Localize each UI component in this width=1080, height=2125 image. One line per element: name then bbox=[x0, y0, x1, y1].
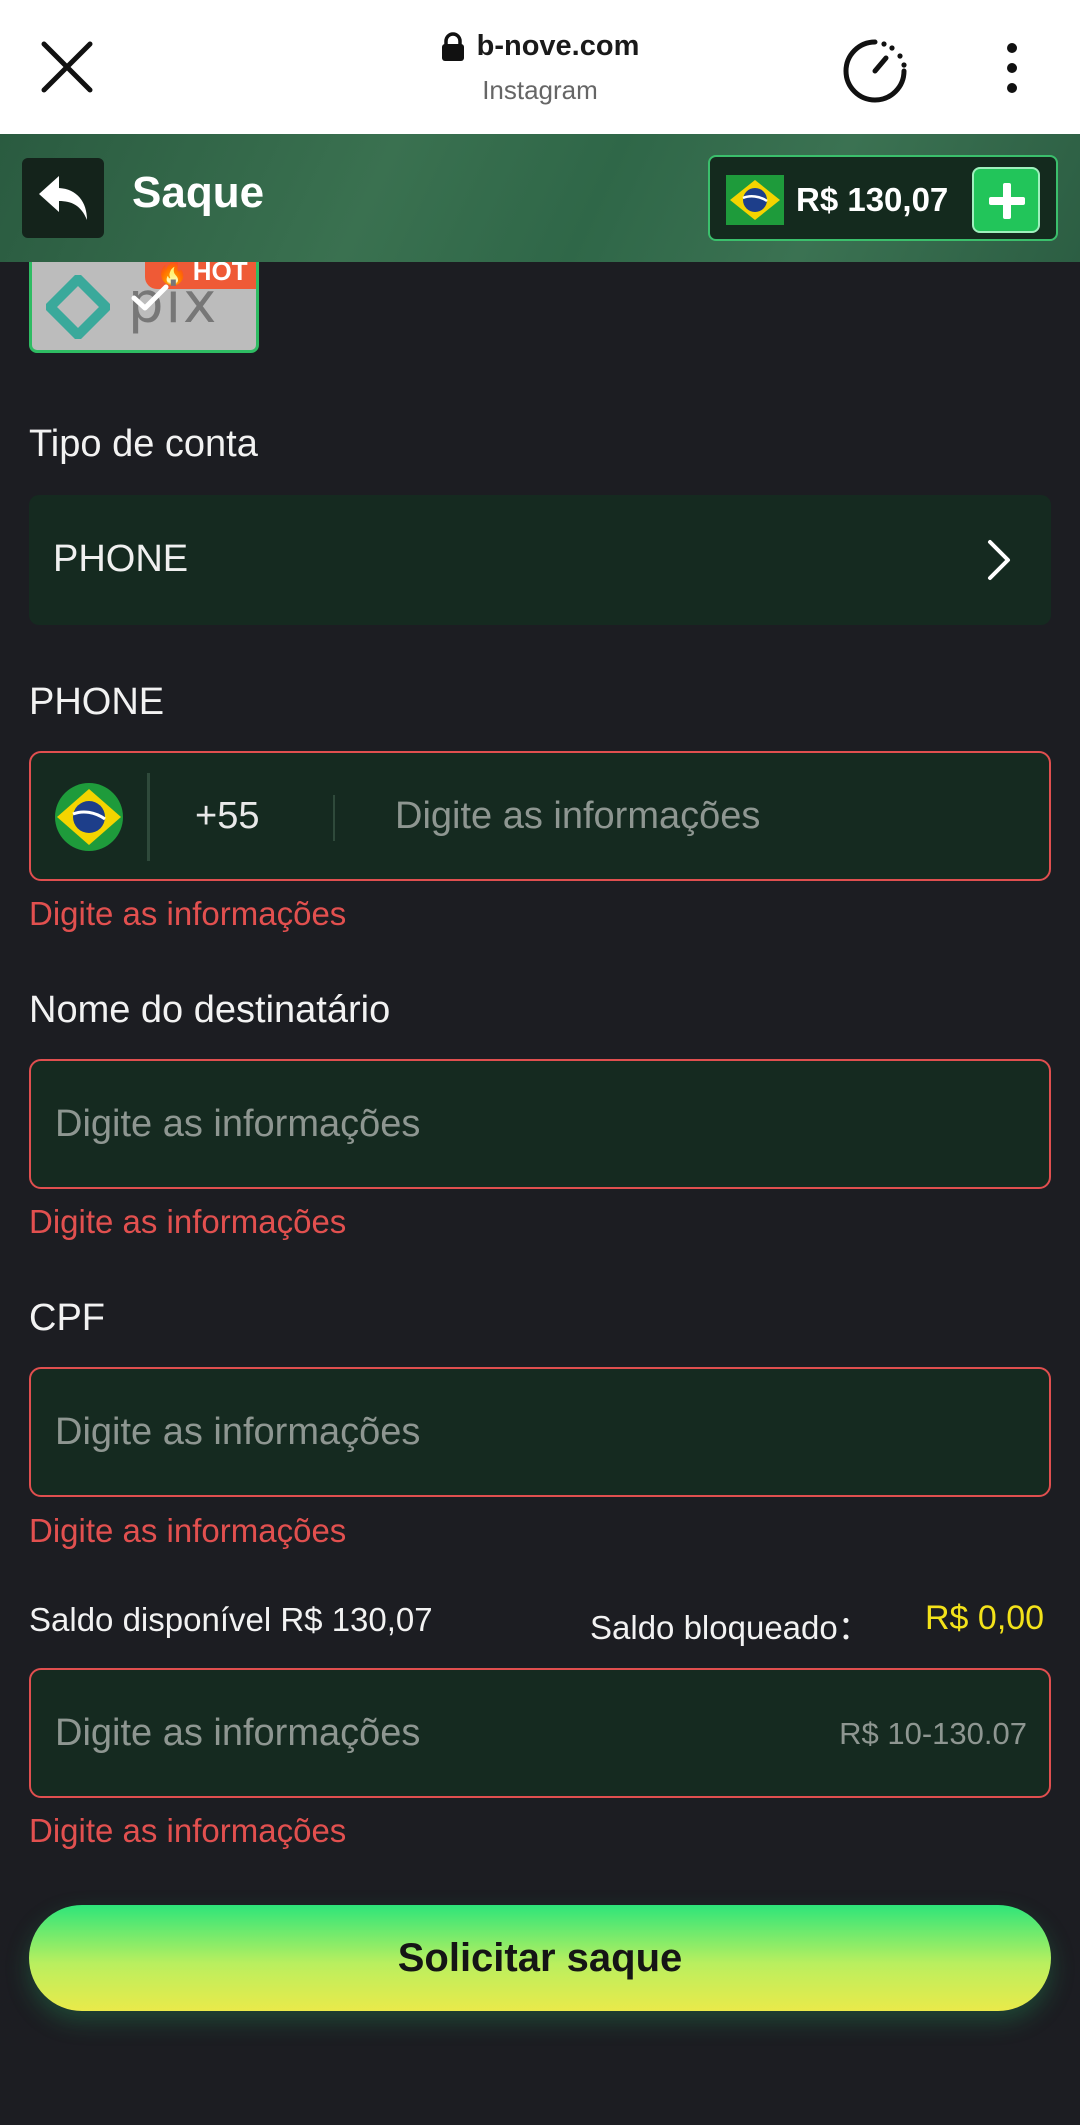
app-header: Saque R$ 130,07 bbox=[0, 134, 1080, 262]
cpf-error: Digite as informações bbox=[29, 1512, 347, 1549]
pix-logo-icon bbox=[46, 275, 110, 339]
submit-withdraw-button[interactable]: Solicitar saque bbox=[29, 1905, 1051, 2011]
amount-error: Digite as informações bbox=[29, 1812, 347, 1849]
recipient-name-error: Digite as informações bbox=[29, 1203, 347, 1240]
blocked-balance-value: R$ 0,00 bbox=[925, 1599, 1045, 1637]
account-type-value: PHONE bbox=[53, 538, 189, 580]
cpf-input[interactable]: Digite as informações bbox=[55, 1411, 420, 1454]
recipient-name-label: Nome do destinatário bbox=[29, 989, 391, 1031]
balance-widget[interactable]: R$ 130,07 bbox=[708, 155, 1058, 241]
plus-icon bbox=[989, 183, 1025, 219]
account-type-select[interactable]: PHONE bbox=[29, 495, 1051, 625]
back-arrow-icon bbox=[39, 176, 87, 220]
selected-check-icon bbox=[131, 284, 169, 311]
amount-range-hint: R$ 10-130.07 bbox=[839, 1716, 1027, 1751]
brazil-flag-icon bbox=[726, 175, 784, 225]
browser-bar: b-nove.com Instagram bbox=[0, 0, 1080, 134]
timer-icon[interactable] bbox=[840, 36, 910, 106]
phone-error: Digite as informações bbox=[29, 895, 347, 932]
field-divider bbox=[333, 795, 335, 841]
back-button[interactable] bbox=[22, 158, 104, 238]
url-source: Instagram bbox=[482, 74, 598, 105]
cpf-label: CPF bbox=[29, 1297, 105, 1339]
balance-amount: R$ 130,07 bbox=[796, 181, 949, 218]
phone-label: PHONE bbox=[29, 681, 165, 723]
recipient-name-field[interactable]: Digite as informações bbox=[29, 1059, 1051, 1189]
page-title: Saque bbox=[132, 168, 265, 217]
available-balance: Saldo disponível R$ 130,07 bbox=[29, 1601, 433, 1638]
blocked-balance-label: Saldo bloqueado： bbox=[590, 1609, 871, 1646]
amount-input[interactable]: Digite as informações bbox=[55, 1712, 420, 1755]
phone-input[interactable]: Digite as informações bbox=[395, 795, 760, 838]
more-vertical-icon[interactable] bbox=[994, 40, 1030, 96]
chevron-right-icon bbox=[988, 540, 1010, 580]
brazil-flag-icon bbox=[55, 783, 123, 851]
recipient-name-input[interactable]: Digite as informações bbox=[55, 1103, 420, 1146]
country-code[interactable]: +55 bbox=[195, 795, 259, 838]
phone-field[interactable]: +55 Digite as informações bbox=[29, 751, 1051, 881]
deposit-add-button[interactable] bbox=[972, 167, 1040, 233]
field-divider bbox=[147, 773, 150, 861]
url-area[interactable]: b-nove.com Instagram bbox=[0, 30, 1080, 106]
lock-icon bbox=[441, 31, 464, 61]
url-domain: b-nove.com bbox=[476, 30, 640, 62]
cpf-field[interactable]: Digite as informações bbox=[29, 1367, 1051, 1497]
amount-field[interactable]: Digite as informações R$ 10-130.07 bbox=[29, 1668, 1051, 1798]
account-type-label: Tipo de conta bbox=[29, 423, 258, 465]
